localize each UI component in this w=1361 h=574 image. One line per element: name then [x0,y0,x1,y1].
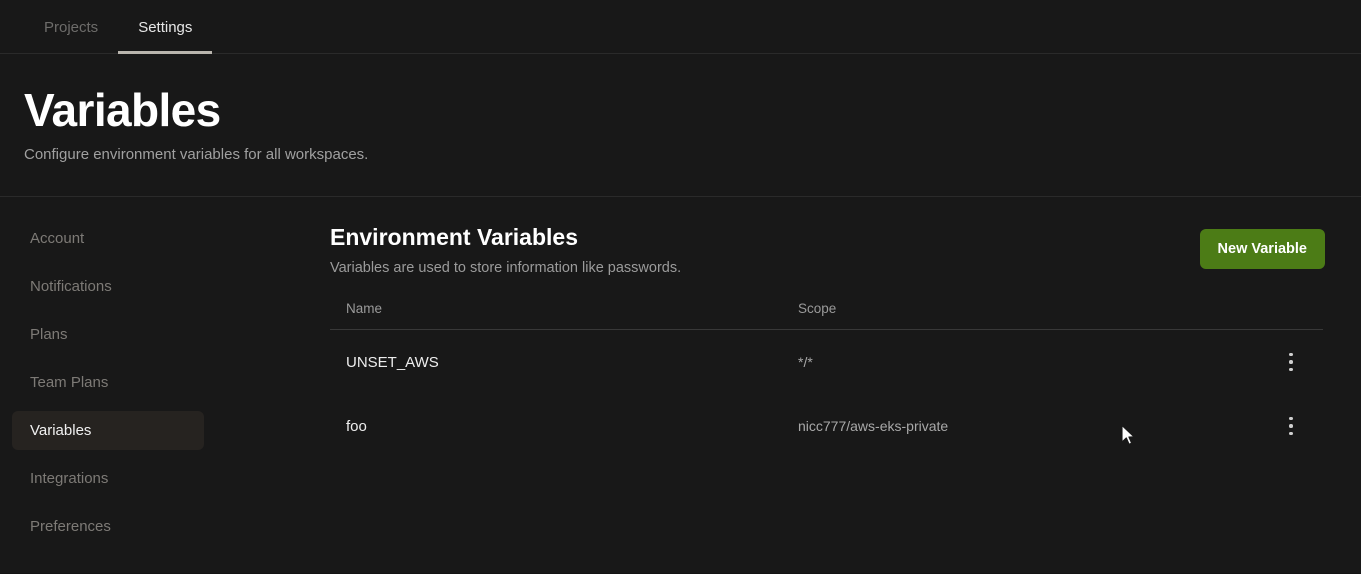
section-header-text: Environment Variables Variables are used… [330,223,681,277]
page-title: Variables [24,83,221,136]
table-row[interactable]: foo nicc777/aws-eks-private [330,394,1323,458]
kebab-dot [1289,431,1293,436]
sidebar-item-plans[interactable]: Plans [12,315,204,354]
main-content: Environment Variables Variables are used… [216,197,1361,573]
sidebar-item-label: Team Plans [30,374,109,391]
variable-scope: nicc777/aws-eks-private [798,418,949,435]
kebab-menu-icon[interactable] [1281,351,1301,373]
row-actions [1258,351,1323,373]
sidebar-item-label: Variables [30,422,92,439]
settings-sidebar: Account Notifications Plans Team Plans V… [0,197,216,573]
environment-variables-table: Name Scope UNSET_AWS */* foo nicc777/aws… [330,301,1323,458]
variable-name: foo [346,417,367,435]
table-row[interactable]: UNSET_AWS */* [330,330,1323,394]
kebab-dot [1289,367,1293,372]
tab-projects-label: Projects [44,19,99,36]
kebab-dot [1289,352,1293,357]
sidebar-item-label: Account [30,230,85,247]
sidebar-item-label: Notifications [30,278,112,295]
top-navigation-bar: Projects Settings [0,0,1361,54]
sidebar-item-label: Integrations [30,470,109,487]
kebab-dot [1289,360,1293,364]
page-subtitle: Configure environment variables for all … [24,146,369,164]
variable-name: UNSET_AWS [346,353,439,371]
tab-settings[interactable]: Settings [118,19,213,54]
new-variable-button[interactable]: New Variable [1199,229,1325,269]
sidebar-item-team-plans[interactable]: Team Plans [12,363,204,402]
column-header-scope: Scope [798,300,837,316]
page-body: Account Notifications Plans Team Plans V… [0,197,1361,573]
sidebar-item-preferences[interactable]: Preferences [12,507,204,546]
sidebar-item-account[interactable]: Account [12,219,204,258]
tab-projects[interactable]: Projects [24,20,118,53]
sidebar-item-variables[interactable]: Variables [12,411,204,450]
column-header-name: Name [346,300,383,316]
sidebar-item-notifications[interactable]: Notifications [12,267,204,306]
tab-settings-label: Settings [138,19,193,36]
variable-scope: */* [798,354,813,371]
row-actions [1258,415,1323,437]
page-header: Variables Configure environment variable… [0,54,1361,197]
section-header: Environment Variables Variables are used… [330,223,1325,277]
sidebar-item-label: Plans [30,326,68,343]
kebab-menu-icon[interactable] [1281,415,1301,437]
kebab-dot [1289,424,1293,428]
kebab-dot [1289,416,1293,421]
table-header-row: Name Scope [330,301,1323,331]
section-subtitle: Variables are used to store information … [330,259,682,276]
sidebar-item-label: Preferences [30,518,111,535]
section-title: Environment Variables [330,224,578,250]
sidebar-item-integrations[interactable]: Integrations [12,459,204,498]
